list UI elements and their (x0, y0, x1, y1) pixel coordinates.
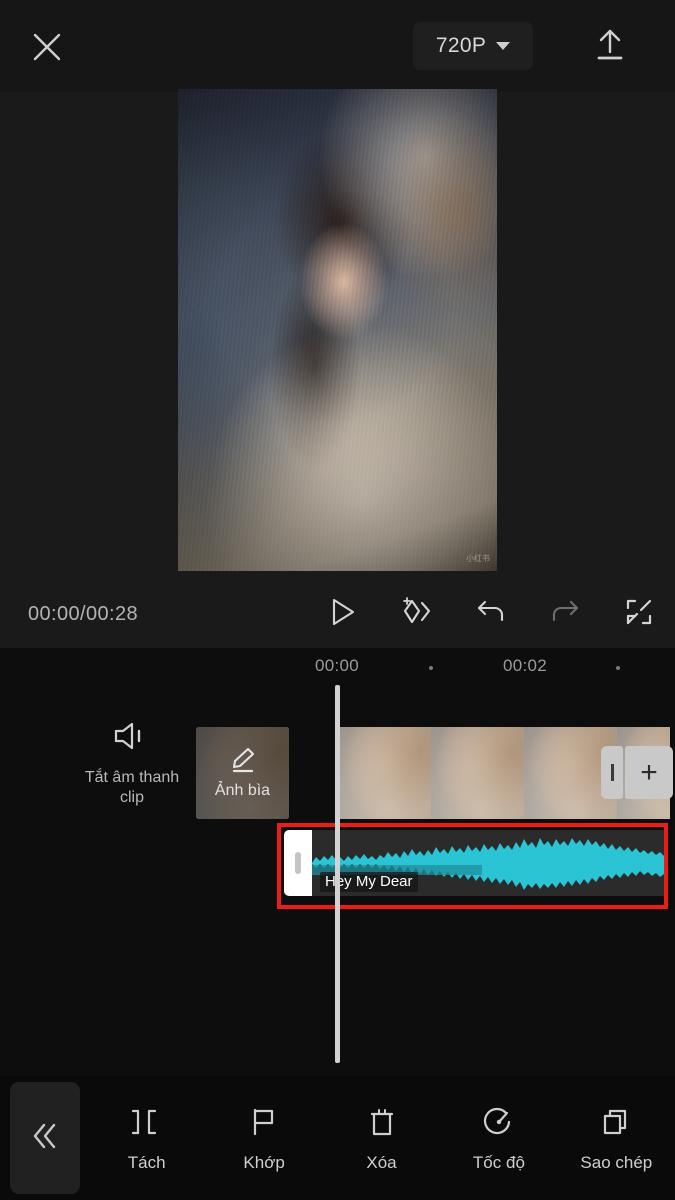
playback-bar: 00:00/00:28 (0, 580, 675, 648)
add-clip-divider (601, 746, 623, 799)
redo-button[interactable] (545, 594, 585, 634)
photo-watermark: 小红书 (466, 554, 490, 563)
mute-label-line1: Tắt âm thanh (84, 769, 180, 786)
fullscreen-button[interactable] (619, 594, 659, 634)
speaker-mute-icon (111, 719, 153, 758)
copy-duplicate-icon (599, 1103, 633, 1141)
video-frame-thumb[interactable] (431, 727, 524, 819)
cover-label: Ảnh bìa (214, 782, 271, 799)
mute-clip-audio-button[interactable]: Tắt âm thanh clip (62, 719, 202, 827)
speed-gauge-icon (482, 1103, 516, 1141)
add-keyframe-button[interactable] (397, 594, 437, 634)
video-preview-frame[interactable]: 小红书 (178, 89, 497, 571)
ruler-tick-label: 00:00 (314, 656, 360, 675)
fullscreen-expand-icon (624, 597, 654, 632)
chevron-down-icon (496, 42, 511, 50)
tool-match-beat[interactable]: Khớp (205, 1083, 322, 1193)
audio-clip[interactable]: Hey My Dear (312, 830, 668, 896)
play-icon (330, 597, 356, 632)
split-icon (130, 1103, 164, 1141)
timeline-playhead[interactable] (335, 685, 340, 1063)
tool-delete[interactable]: Xóa (323, 1083, 440, 1193)
resolution-selector[interactable]: 720P (413, 22, 533, 70)
export-button[interactable] (585, 22, 635, 72)
video-editor-screen: 720P 小红书 00:00/00:28 00:00 00:02 Tắt âm … (0, 0, 675, 1200)
timecode-display: 00:00/00:28 (28, 602, 139, 625)
resolution-label: 720P (435, 34, 487, 57)
undo-button[interactable] (471, 594, 511, 634)
mute-label: Tắt âm thanh clip (85, 768, 179, 808)
close-icon (30, 30, 64, 64)
delete-trash-icon (365, 1103, 399, 1141)
beat-flag-icon (247, 1103, 281, 1141)
plus-icon: + (625, 746, 673, 799)
tool-label: Tốc độ (472, 1153, 525, 1172)
close-button[interactable] (22, 22, 72, 72)
ruler-tick-label: 00:02 (502, 656, 548, 675)
video-preview-area[interactable]: 小红书 (0, 89, 675, 580)
play-button[interactable] (323, 594, 363, 634)
tool-label: Sao chép (580, 1153, 653, 1172)
add-clip-button[interactable]: + (601, 746, 673, 799)
tool-label: Khớp (243, 1153, 285, 1172)
audio-trim-handle-left[interactable] (284, 830, 312, 896)
redo-icon (549, 598, 581, 631)
add-keyframe-icon (399, 595, 435, 634)
tool-copy[interactable]: Sao chép (558, 1083, 675, 1193)
video-frame-thumb[interactable] (338, 727, 431, 819)
timeline-ruler[interactable]: 00:00 00:02 (0, 648, 675, 688)
photo-vignette (178, 89, 497, 571)
top-bar: 720P (0, 0, 675, 92)
tool-speed[interactable]: Tốc độ (440, 1083, 557, 1193)
ruler-tick-dot (429, 666, 433, 670)
bottom-toolbar: Tách Khớp Xóa Tốc độ Sao chép (0, 1076, 675, 1200)
ruler-tick-dot (616, 666, 620, 670)
tool-list: Tách Khớp Xóa Tốc độ Sao chép (88, 1076, 675, 1200)
mute-label-line2: clip (119, 789, 144, 806)
tool-label: Xóa (366, 1153, 397, 1172)
tool-label: Tách (127, 1153, 166, 1172)
undo-icon (475, 598, 507, 631)
export-upload-icon (593, 27, 627, 68)
audio-track[interactable]: Hey My Dear (284, 830, 668, 896)
preview-photo: 小红书 (178, 89, 497, 571)
chevron-double-left-icon (27, 1120, 63, 1157)
playback-controls (323, 580, 659, 648)
collapse-toolbar-button[interactable] (10, 1082, 80, 1194)
cover-image-button[interactable]: Ảnh bìa (196, 727, 289, 819)
tool-split[interactable]: Tách (88, 1083, 205, 1193)
pencil-edit-icon (228, 746, 258, 779)
